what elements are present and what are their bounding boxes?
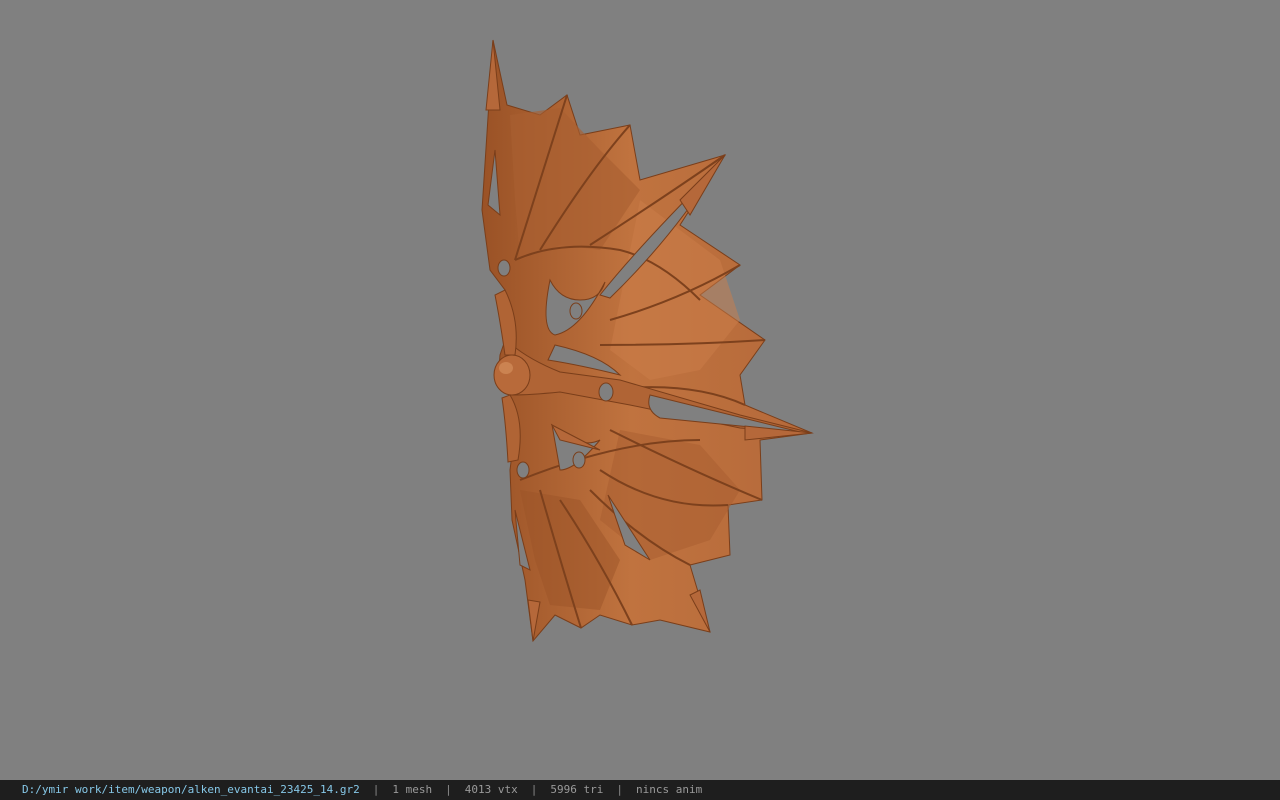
separator: | [530,783,538,796]
separator: | [616,783,623,796]
separator: | [445,783,452,796]
animation-status: nincs anim [635,783,703,796]
triangle-count: 5996 tri [550,783,604,796]
fan-weapon-model [481,39,814,643]
status-bar: D:/ymir work/item/weapon/alken_evantai_2… [0,780,1280,800]
file-path: D:/ymir work/item/weapon/alken_evantai_2… [22,783,360,796]
separator: | [372,783,380,796]
vertex-count: 4013 vtx [464,783,518,796]
3d-viewport[interactable] [0,0,1280,780]
mesh-count: 1 mesh [392,783,433,796]
